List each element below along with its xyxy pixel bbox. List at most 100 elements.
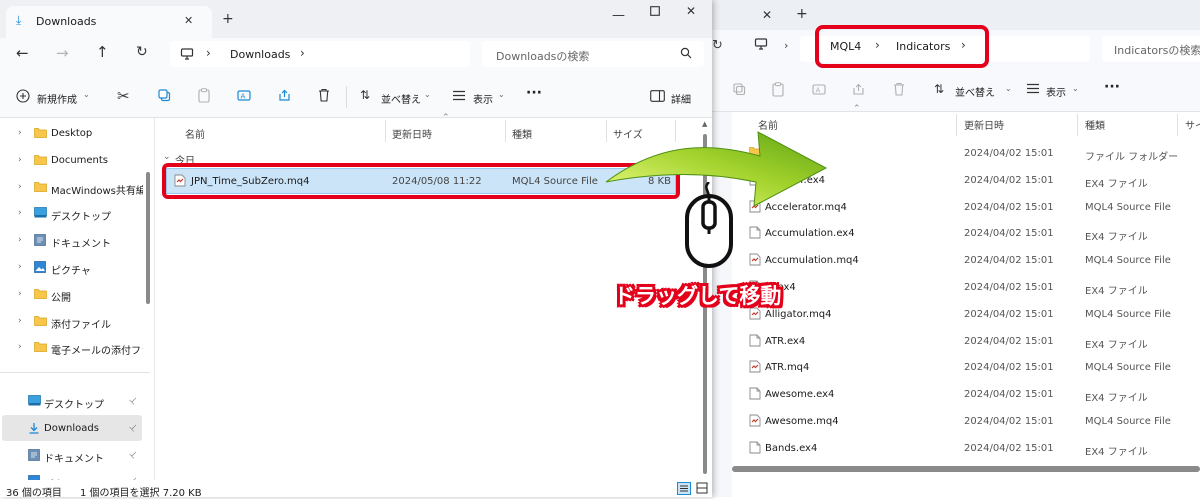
sidebar-tree-item[interactable]: › ピクチャ bbox=[0, 254, 145, 280]
details-pane-icon[interactable] bbox=[650, 90, 665, 102]
column-header-date[interactable]: 更新日時 bbox=[964, 117, 1004, 132]
computer-icon[interactable] bbox=[754, 37, 768, 51]
tab-downloads[interactable]: ⤓ Downloads ✕ bbox=[6, 6, 212, 38]
breadcrumb-indicators[interactable]: Indicators bbox=[896, 40, 950, 53]
delete-icon[interactable] bbox=[318, 88, 330, 102]
new-icon[interactable] bbox=[16, 89, 30, 103]
sidebar-scrollbar[interactable] bbox=[146, 172, 150, 304]
new-tab-button[interactable]: + bbox=[796, 6, 808, 22]
column-header-size[interactable]: サイ bbox=[1185, 117, 1200, 132]
rename-icon[interactable]: A bbox=[237, 89, 251, 102]
copy-icon[interactable] bbox=[158, 89, 171, 102]
view-icon[interactable] bbox=[1026, 83, 1040, 94]
sidebar-item-label: Documents bbox=[51, 154, 109, 166]
paste-icon[interactable] bbox=[198, 88, 210, 103]
chevron-right-icon[interactable]: › bbox=[18, 262, 22, 272]
table-row[interactable]: ATR.ex4 2024/04/02 15:01 EX4 ファイル bbox=[712, 328, 1200, 354]
sidebar-tree-item[interactable]: › Documents bbox=[0, 147, 145, 173]
breadcrumb-downloads[interactable]: Downloads bbox=[230, 48, 290, 61]
left-address-bar[interactable]: › Downloads › bbox=[170, 41, 470, 67]
sidebar-tree-item[interactable]: › 電子メールの添付ファイ bbox=[0, 334, 145, 360]
sort-icon[interactable]: ⇅ bbox=[360, 88, 370, 102]
new-button[interactable]: 新規作成 bbox=[37, 91, 77, 106]
delete-icon[interactable] bbox=[893, 82, 905, 96]
pin-icon[interactable]: ⊥ bbox=[127, 395, 140, 408]
sidebar-tree-item[interactable]: › Desktop bbox=[0, 120, 145, 146]
quick-access-item[interactable]: デスクトップ ⊥ bbox=[2, 388, 142, 414]
close-window-icon[interactable]: ✕ bbox=[686, 4, 696, 18]
sidebar-tree-item[interactable]: › 添付ファイル bbox=[0, 308, 145, 334]
file-date: 2024/04/02 15:01 bbox=[964, 255, 1054, 267]
file-type: EX4 ファイル bbox=[1085, 339, 1148, 351]
chevron-right-icon[interactable]: › bbox=[18, 289, 22, 299]
forward-icon[interactable]: → bbox=[56, 44, 69, 62]
chevron-right-icon[interactable]: › bbox=[18, 208, 22, 218]
search-icon[interactable] bbox=[680, 47, 692, 59]
right-view-button[interactable]: 表示 bbox=[1046, 84, 1066, 99]
back-icon[interactable]: ← bbox=[16, 44, 29, 62]
sort-icon[interactable]: ⇅ bbox=[934, 82, 944, 96]
more-options-icon[interactable]: ··· bbox=[1104, 79, 1120, 95]
breadcrumb-mql4[interactable]: MQL4 bbox=[830, 40, 861, 53]
up-icon[interactable]: ↑ bbox=[96, 43, 109, 61]
column-header-date[interactable]: 更新日時 bbox=[392, 126, 432, 141]
sidebar-item-label: Desktop bbox=[51, 128, 93, 139]
horizontal-scrollbar[interactable] bbox=[732, 466, 1200, 472]
sidebar-tree-item[interactable]: › MacWindows共有編 bbox=[0, 174, 145, 200]
chevron-right-icon[interactable]: › bbox=[18, 182, 22, 192]
share-icon[interactable] bbox=[278, 89, 291, 102]
paste-icon[interactable] bbox=[772, 82, 784, 97]
quick-access-item[interactable]: ピクチャ⊥ bbox=[2, 468, 142, 480]
chevron-right-icon[interactable]: › bbox=[18, 342, 22, 352]
table-row[interactable]: Accumulation.ex4 2024/04/02 15:01 EX4 ファイル bbox=[712, 220, 1200, 246]
sidebar-item-label: デスクトップ bbox=[51, 212, 111, 224]
file-icon bbox=[749, 334, 761, 347]
details-view-icon[interactable] bbox=[677, 482, 691, 495]
cut-icon[interactable]: ✂ bbox=[117, 87, 130, 105]
chevron-right-icon[interactable]: › bbox=[18, 155, 22, 165]
view-icon[interactable] bbox=[452, 90, 466, 101]
table-row[interactable]: Awesome.mq4 2024/04/02 15:01 MQL4 Source F… bbox=[712, 408, 1200, 434]
quick-access-item[interactable]: ドキュメント ⊥ bbox=[2, 442, 142, 468]
pin-icon[interactable]: ⊥ bbox=[127, 421, 140, 434]
quick-access-item[interactable]: Downloads ⊥ bbox=[2, 414, 142, 441]
sidebar-tree-item[interactable]: › 公開 bbox=[0, 281, 145, 307]
sidebar-tree-item[interactable]: › ドキュメント bbox=[0, 227, 145, 253]
pin-icon[interactable]: ⊥ bbox=[127, 448, 140, 461]
navigation-pane: › Desktop › Documents › MacWindows共有編 › デスクトップ ›… bbox=[0, 118, 155, 480]
left-search-input[interactable]: Downloadsの検索 bbox=[482, 41, 704, 67]
new-tab-button[interactable]: + bbox=[222, 11, 234, 27]
rename-icon[interactable]: A bbox=[812, 83, 826, 96]
copy-icon[interactable] bbox=[733, 83, 746, 96]
column-header-type[interactable]: 種類 bbox=[512, 126, 532, 141]
share-icon[interactable] bbox=[852, 83, 865, 96]
more-options-icon[interactable]: ··· bbox=[526, 85, 542, 101]
table-row[interactable]: Accumulation.mq4 2024/04/02 15:01 MQL4 Sou… bbox=[712, 247, 1200, 273]
left-sort-button[interactable]: 並べ替え bbox=[381, 91, 421, 106]
table-row[interactable]: ATR.mq4 2024/04/02 15:01 MQL4 Source File bbox=[712, 354, 1200, 380]
column-header-name[interactable]: 名前 bbox=[185, 126, 205, 141]
table-row[interactable]: Alligator.mq4 2024/04/02 15:01 MQL4 Source… bbox=[712, 301, 1200, 327]
table-row[interactable]: or.ex4 2024/04/02 15:01 EX4 ファイル bbox=[712, 274, 1200, 300]
details-button[interactable]: 詳細 bbox=[671, 91, 691, 106]
close-tab-icon[interactable]: ✕ bbox=[184, 14, 193, 27]
maximize-icon[interactable] bbox=[650, 6, 660, 16]
chevron-right-icon[interactable]: › bbox=[18, 235, 22, 245]
chevron-right-icon[interactable]: › bbox=[18, 316, 22, 326]
right-sort-button[interactable]: 並べ替え bbox=[955, 84, 995, 99]
file-type: MQL4 Source File bbox=[1085, 255, 1171, 267]
table-row[interactable]: Awesome.ex4 2024/04/02 15:01 EX4 ファイル bbox=[712, 381, 1200, 407]
column-header-type[interactable]: 種類 bbox=[1085, 117, 1105, 132]
tiles-view-icon[interactable] bbox=[696, 482, 708, 494]
refresh-icon[interactable]: ↻ bbox=[712, 38, 723, 53]
close-tab-icon[interactable]: ✕ bbox=[762, 8, 772, 22]
left-view-button[interactable]: 表示 bbox=[473, 91, 493, 106]
chevron-right-icon[interactable]: › bbox=[18, 128, 22, 138]
download-icon: ⤓ bbox=[16, 13, 22, 27]
refresh-icon[interactable]: ↻ bbox=[136, 44, 148, 60]
right-search-input[interactable]: Indicatorsの検索 bbox=[1102, 36, 1200, 62]
minimize-icon[interactable]: — bbox=[612, 8, 625, 23]
sidebar-tree-item[interactable]: › デスクトップ bbox=[0, 200, 145, 226]
group-chevron-icon[interactable]: ⌄ bbox=[163, 152, 171, 162]
table-row[interactable]: Bands.ex4 2024/04/02 15:01 EX4 ファイル bbox=[712, 435, 1200, 461]
